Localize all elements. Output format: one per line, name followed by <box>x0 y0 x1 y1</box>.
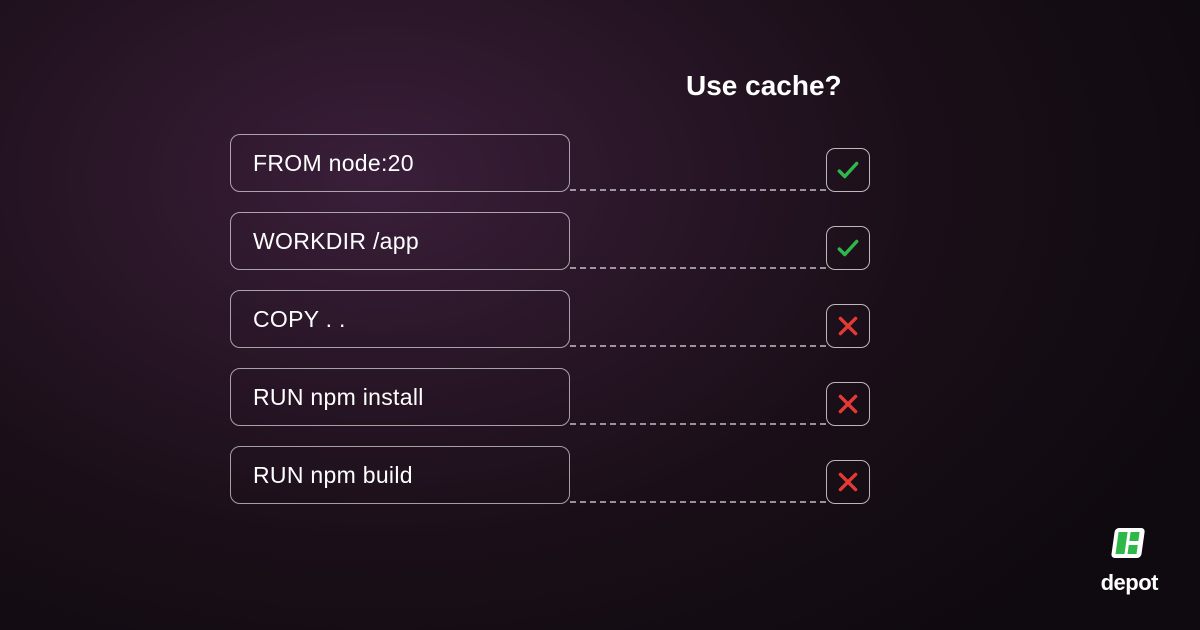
step-label: FROM node:20 <box>253 150 414 177</box>
diagram-content: Use cache? FROM node:20 WORKDIR /app COP… <box>230 70 870 524</box>
brand-logo: depot <box>1101 522 1158 596</box>
step-row: RUN npm build <box>230 446 870 504</box>
cache-status-box <box>826 226 870 270</box>
cache-status-box <box>826 148 870 192</box>
step-label: WORKDIR /app <box>253 228 419 255</box>
depot-logo-icon <box>1108 522 1150 564</box>
cross-icon <box>835 469 861 495</box>
cache-status-box <box>826 460 870 504</box>
connector-line <box>570 267 826 269</box>
step-row: RUN npm install <box>230 368 870 426</box>
step-label: COPY . . <box>253 306 346 333</box>
dockerfile-step: COPY . . <box>230 290 570 348</box>
connector-line <box>570 189 826 191</box>
cross-icon <box>835 313 861 339</box>
cache-status-box <box>826 304 870 348</box>
check-icon <box>835 157 861 183</box>
step-label: RUN npm build <box>253 462 413 489</box>
cache-status-box <box>826 382 870 426</box>
step-row: FROM node:20 <box>230 134 870 192</box>
column-header-cache: Use cache? <box>686 70 870 102</box>
connector-line <box>570 345 826 347</box>
dockerfile-step: RUN npm build <box>230 446 570 504</box>
step-label: RUN npm install <box>253 384 424 411</box>
check-icon <box>835 235 861 261</box>
dockerfile-step: FROM node:20 <box>230 134 570 192</box>
dockerfile-step: WORKDIR /app <box>230 212 570 270</box>
connector-line <box>570 501 826 503</box>
dockerfile-step: RUN npm install <box>230 368 570 426</box>
cross-icon <box>835 391 861 417</box>
step-row: COPY . . <box>230 290 870 348</box>
connector-line <box>570 423 826 425</box>
brand-name: depot <box>1101 570 1158 596</box>
step-row: WORKDIR /app <box>230 212 870 270</box>
